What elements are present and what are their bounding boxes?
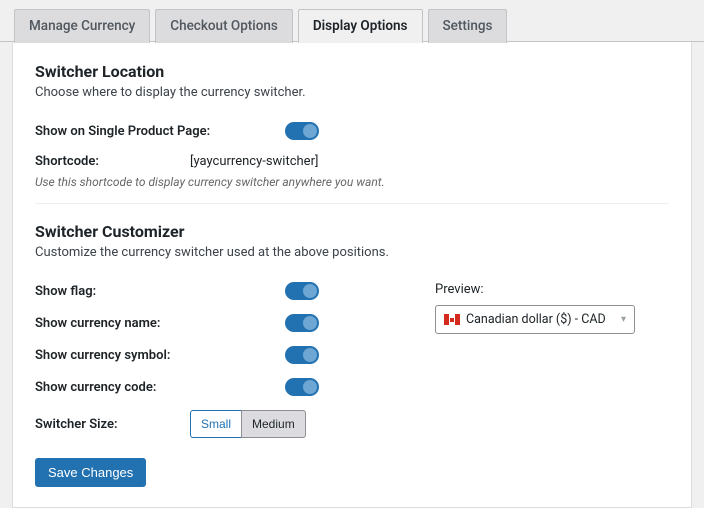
size-medium-button[interactable]: Medium [241,410,306,438]
save-button[interactable]: Save Changes [35,458,146,487]
flag-icon [444,314,460,325]
divider [35,203,669,204]
toggle-show-name[interactable] [285,314,319,332]
panel-display-options: Switcher Location Choose where to displa… [12,42,692,508]
segmented-switcher-size: Small Medium [190,410,306,438]
toggle-show-code[interactable] [285,378,319,396]
admin-tabs: Manage Currency Checkout Options Display… [0,8,704,42]
toggle-show-flag[interactable] [285,282,319,300]
section-title-location: Switcher Location [35,62,669,81]
section-desc-customizer: Customize the currency switcher used at … [35,245,669,260]
toggle-show-single-product[interactable] [285,122,319,140]
preview-selected-text: Canadian dollar ($) - CAD [466,312,606,327]
label-switcher-size: Switcher Size: [35,417,190,432]
value-shortcode: [yaycurrency-switcher] [190,154,318,169]
size-small-button[interactable]: Small [190,410,241,438]
label-show-code: Show currency code: [35,380,285,395]
label-show-symbol: Show currency symbol: [35,348,285,363]
section-desc-location: Choose where to display the currency swi… [35,85,669,100]
preview-currency-select[interactable]: Canadian dollar ($) - CAD ▾ [435,305,635,334]
label-show-flag: Show flag: [35,284,285,299]
chevron-down-icon: ▾ [621,314,626,325]
tab-checkout-options[interactable]: Checkout Options [155,9,293,43]
tab-manage-currency[interactable]: Manage Currency [14,9,150,43]
tab-display-options[interactable]: Display Options [298,9,423,43]
label-show-name: Show currency name: [35,316,285,331]
help-shortcode: Use this shortcode to display currency s… [35,175,669,189]
label-preview: Preview: [435,282,669,297]
toggle-show-symbol[interactable] [285,346,319,364]
label-show-single-product: Show on Single Product Page: [35,124,285,139]
section-title-customizer: Switcher Customizer [35,222,669,241]
label-shortcode: Shortcode: [35,154,190,169]
tab-settings[interactable]: Settings [428,9,508,43]
